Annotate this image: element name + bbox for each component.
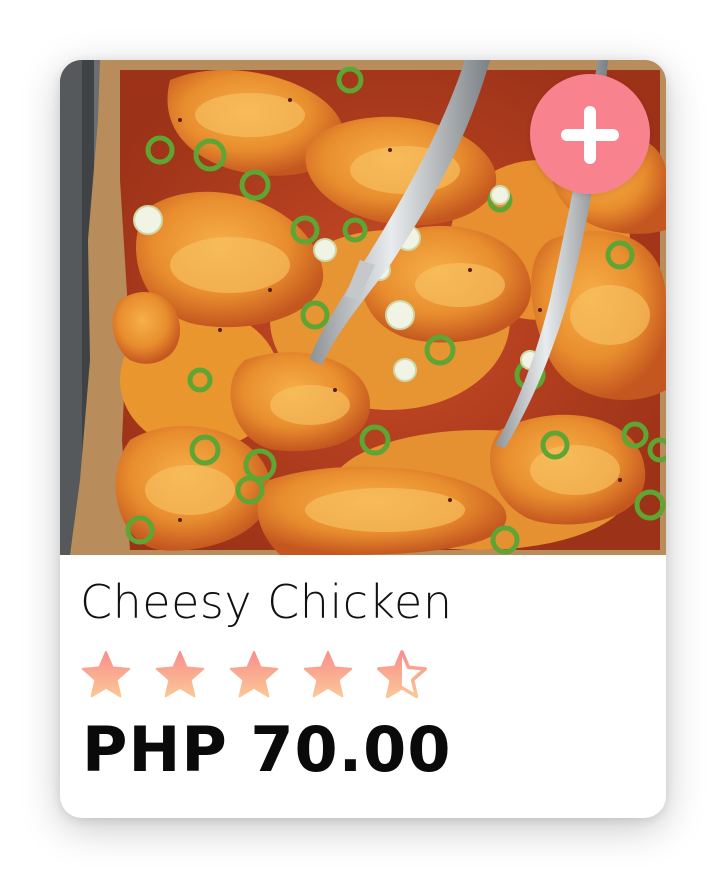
plus-icon xyxy=(530,74,650,194)
star-full-icon xyxy=(302,650,354,702)
star-rating xyxy=(80,650,428,702)
star-full-icon xyxy=(154,650,206,702)
product-info: Cheesy Chicken PHP 70.00 xyxy=(60,555,666,818)
star-half-icon xyxy=(376,650,428,702)
product-card[interactable]: Cheesy Chicken PHP 70.00 xyxy=(60,60,666,818)
product-price: PHP 70.00 xyxy=(82,713,452,786)
star-full-icon xyxy=(80,650,132,702)
product-name: Cheesy Chicken xyxy=(80,575,453,629)
add-to-cart-button[interactable] xyxy=(530,74,650,194)
star-full-icon xyxy=(228,650,280,702)
